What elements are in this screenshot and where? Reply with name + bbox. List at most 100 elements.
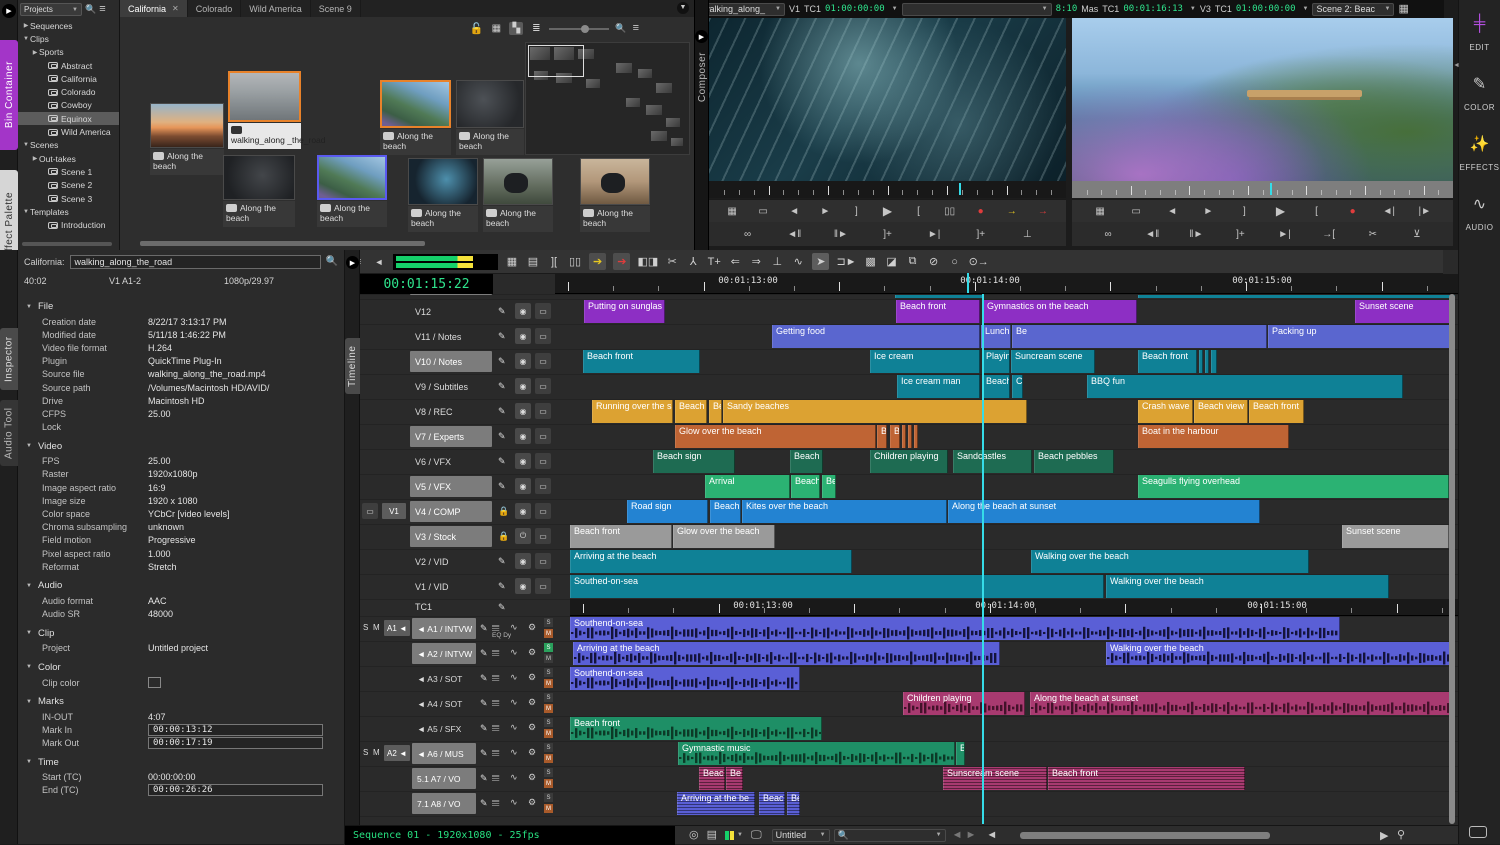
bin-clip-thumbnail[interactable] [580, 158, 650, 205]
audio-patch-button[interactable]: A2 ◄ [384, 745, 410, 761]
transport-button-icon[interactable]: ◄ [1164, 206, 1180, 217]
sidebar-item-scenes[interactable]: ▼Scenes [18, 139, 119, 152]
sequence-dropdown[interactable]: Untitled▼ [772, 829, 830, 842]
pencil-icon[interactable]: ✎ [498, 481, 506, 492]
collapse-arrow-icon[interactable]: ◄ [1453, 62, 1460, 69]
sidebar-item-california[interactable]: California [18, 72, 119, 85]
timeline-clip[interactable]: Arriving at the be [677, 792, 755, 815]
record-track-icon[interactable]: ◉ [515, 453, 531, 469]
transport-button-icon[interactable]: → [1004, 206, 1020, 217]
bin-tab-california[interactable]: California✕ [120, 0, 188, 17]
monitor-track-icon[interactable]: ▭ [535, 528, 551, 544]
twisty-icon[interactable]: ▼ [22, 209, 30, 215]
sidebar-item-effects[interactable]: ✨EFFECTS [1459, 134, 1500, 172]
project-scrollbar[interactable] [22, 242, 112, 246]
transport-button-icon[interactable]: →[ [1321, 229, 1337, 240]
mute-button[interactable]: M [544, 729, 553, 738]
effect-icon[interactable]: ◪ [885, 255, 899, 268]
timeline-clip[interactable]: Beach front [1249, 400, 1304, 423]
section-header-time[interactable]: ▼Time [18, 757, 344, 768]
sidebar-item-scene-1[interactable]: Scene 1 [18, 165, 119, 178]
mute-button[interactable]: M [544, 779, 553, 788]
timeline-clip[interactable]: Be [890, 425, 900, 448]
section-twisty-icon[interactable]: ▼ [25, 583, 33, 589]
transport-button-icon[interactable]: [ [911, 206, 927, 217]
next-result-icon[interactable]: ► [965, 830, 976, 841]
timeline-clip[interactable]: Be [1012, 325, 1267, 348]
monitor-track-icon[interactable]: ▭ [535, 353, 551, 369]
timeline-clip[interactable]: Southend-on-sea [570, 667, 800, 690]
eq-rubberband-icon[interactable]: ∿ [510, 672, 518, 683]
property-input[interactable]: 00:00:26:26 [148, 784, 323, 796]
rail-tab[interactable]: Bin Container [0, 40, 18, 150]
record-track-icon[interactable]: ◉ [515, 478, 531, 494]
monitor-track-icon[interactable]: ▭ [535, 378, 551, 394]
section-twisty-icon[interactable]: ▼ [25, 304, 33, 310]
section-header-clip[interactable]: ▼Clip [18, 628, 344, 639]
twisty-icon[interactable]: ▶ [31, 49, 39, 56]
transport-button-icon[interactable]: → [1035, 206, 1051, 217]
record-track-icon[interactable]: ◉ [515, 353, 531, 369]
monitor-track-icon[interactable]: ▭ [535, 428, 551, 444]
source-position-bar[interactable] [709, 181, 1066, 198]
timeline-clip[interactable]: Ice cream [870, 350, 980, 373]
timeline-clip[interactable]: Beach front [583, 350, 700, 373]
record-track-icon[interactable]: ◉ [515, 303, 531, 319]
monitor-track-icon[interactable]: ▭ [535, 303, 551, 319]
timeline-clip[interactable]: Packing up [1268, 325, 1452, 348]
timeline-clip[interactable]: Children playing [903, 692, 1025, 715]
gear-icon[interactable]: ⚙ [528, 797, 536, 808]
collapse-icon[interactable]: ⧉ [906, 255, 920, 268]
timeline-clip[interactable]: Gymnastic music [678, 742, 955, 765]
motion-icon[interactable]: ∿ [791, 255, 805, 268]
sidebar-item-cowboy[interactable]: Cowboy [18, 99, 119, 112]
timeline-clip[interactable]: Ice cream man [897, 375, 980, 398]
transport-button-icon[interactable]: |► [1417, 206, 1433, 217]
monitor-track-icon[interactable]: ▭ [535, 478, 551, 494]
clip-name-input[interactable]: walking_along_the_road [70, 255, 321, 269]
timeline-clip[interactable]: Crash wave [1138, 400, 1193, 423]
track-name-button[interactable]: V1 / VID [410, 576, 492, 597]
dual-roller-icon[interactable]: ▯▯ [568, 255, 582, 268]
lock-icon[interactable]: 🔒 [498, 506, 509, 517]
solo-button[interactable]: S [544, 793, 553, 802]
timeline-clip[interactable]: Glow over the beach [673, 525, 775, 548]
composer-grid-icon[interactable]: ▦ [1398, 4, 1408, 15]
twisty-icon[interactable]: ▶ [31, 155, 39, 162]
timeline-clip[interactable]: Beac [759, 792, 785, 815]
mute-button[interactable]: M [544, 679, 553, 688]
twisty-icon[interactable]: ▶ [22, 22, 30, 29]
transport-button-icon[interactable]: ▭ [755, 206, 771, 217]
timeline-clip[interactable]: B [877, 425, 887, 448]
keyframe-icon[interactable]: ○ [948, 256, 962, 268]
transport-button-icon[interactable]: ◄ [786, 206, 802, 217]
timeline-clip[interactable]: Road sign [627, 500, 708, 523]
monitor-track-icon[interactable]: ▭ [535, 328, 551, 344]
pencil-icon[interactable]: ✎ [498, 556, 506, 567]
timeline-clip[interactable]: Be [787, 792, 800, 815]
pencil-icon[interactable]: ✎ [480, 798, 488, 809]
source-monitor[interactable] [709, 18, 1066, 181]
sidebar-item-audio[interactable]: ∿AUDIO [1459, 194, 1500, 232]
track-name-button[interactable]: V12 [410, 301, 492, 322]
timeline-clip[interactable]: Beach pebbles [1034, 450, 1114, 473]
track-panel-icon[interactable]: ▤ [707, 830, 717, 841]
timeline-clip[interactable]: Beach front [570, 525, 672, 548]
transport-cut-icon[interactable]: ✂ [1365, 229, 1381, 240]
timeline-clip[interactable]: Seagulls flying overhead [1138, 475, 1449, 498]
record-track-icon[interactable]: ◉ [515, 553, 531, 569]
pencil-icon[interactable]: ✎ [498, 381, 506, 392]
timeline-master-timecode[interactable]: 00:01:15:22 [360, 274, 493, 294]
timeline-vscrollbar[interactable] [1449, 294, 1455, 824]
transport-button-icon[interactable]: ∞ [1100, 229, 1116, 240]
timeline-clip[interactable]: Beach [710, 500, 741, 523]
eq-rubberband-icon[interactable]: ∿ [510, 697, 518, 708]
pencil-icon[interactable]: ✎ [480, 773, 488, 784]
twisty-icon[interactable]: ▼ [22, 142, 30, 148]
track-name-button[interactable]: V11 / Notes [410, 326, 492, 347]
mute-button[interactable]: M [544, 629, 553, 638]
track-name-button[interactable]: ◄ A3 / SOT [412, 668, 476, 689]
transport-play-icon[interactable]: ▶ [1272, 204, 1288, 218]
transport-button-icon[interactable]: ▭ [1128, 206, 1144, 217]
timeline-hscrollbar[interactable] [1020, 832, 1270, 839]
